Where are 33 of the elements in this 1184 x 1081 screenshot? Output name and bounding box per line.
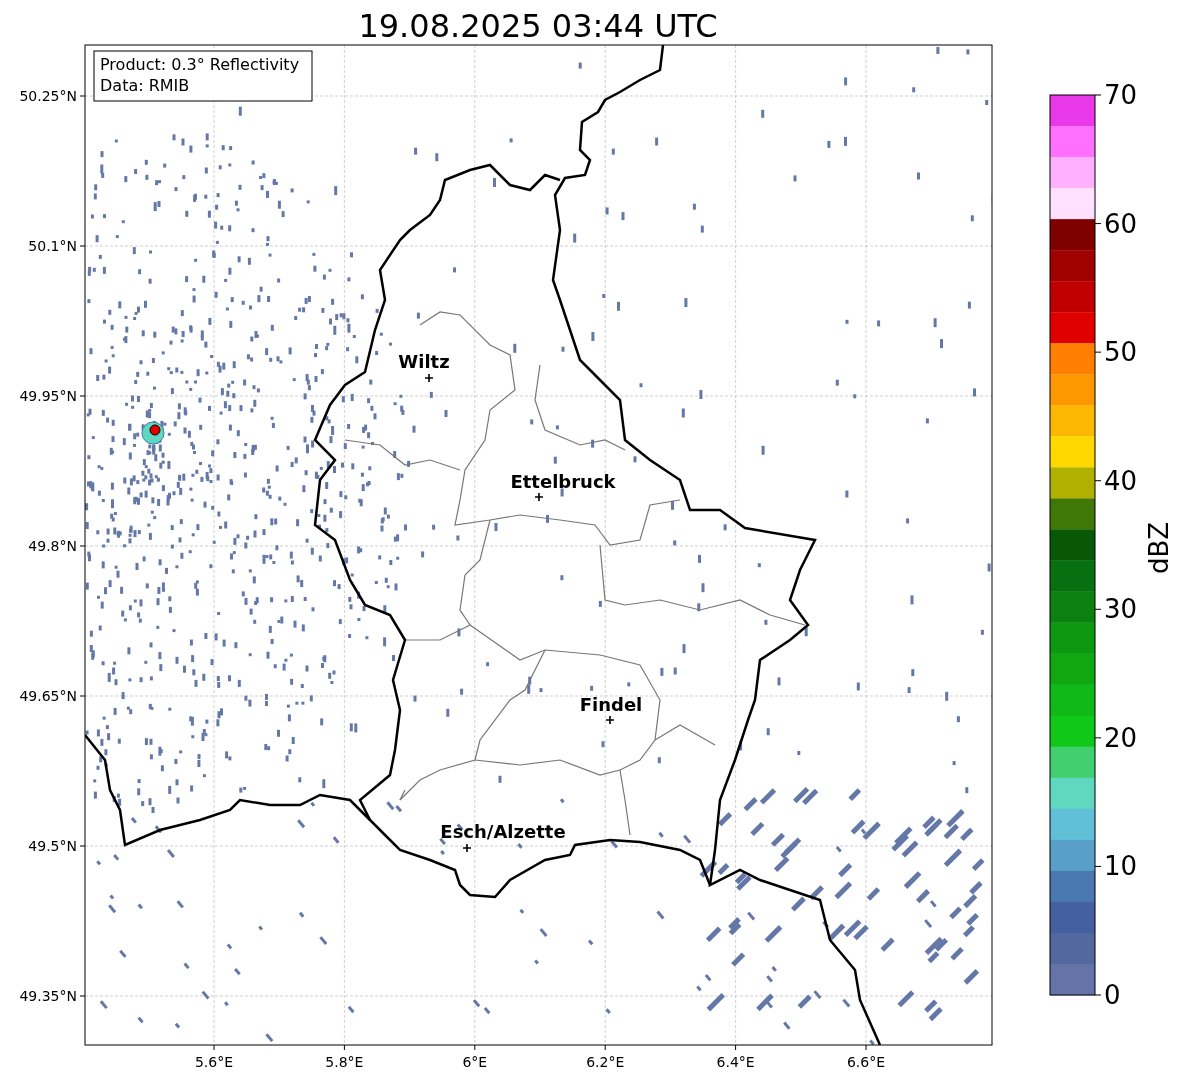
axis-tick-label: 50.1°N [28,238,77,254]
colorbar-tick-label: 0 [1104,980,1121,1010]
axis-tick-label: 6.6°E [846,1054,886,1070]
axis-tick-label: 49.8°N [28,538,77,554]
axis-tick-label: 6.4°E [716,1054,755,1070]
axis-tick-label: 49.95°N [19,388,77,404]
colorbar-tick-label: 10 [1104,851,1138,882]
info-text: Product: 0.3° Reflectivity [100,55,300,74]
city-label: Findel [579,694,643,715]
colorbar-title: dBZ [1144,521,1174,575]
city-marker-icon [462,843,472,853]
axis-tick-label: 50.25°N [19,88,77,104]
colorbar-tick-label: 40 [1104,465,1138,496]
axis-tick-label: 49.65°N [19,688,77,704]
colorbar-tick-label: 60 [1104,208,1138,239]
axis-tick-label: 49.35°N [19,988,77,1004]
city-label: Wiltz [398,351,450,372]
colorbar-tick-label: 70 [1104,80,1138,110]
axis-tick-label: 6°E [462,1054,488,1070]
colorbar-tick-label: 50 [1104,337,1138,368]
axis-tick-label: 49.5°N [28,838,77,854]
city-marker-icon [424,373,434,383]
colorbar-tick-label: 20 [1104,722,1138,753]
axis-tick-label: 6.2°E [586,1054,625,1070]
axis-tick-label: 5.8°E [325,1054,364,1070]
axis-tick-label: 5.6°E [194,1054,234,1070]
info-text: Data: RMIB [100,76,190,95]
city-label: Ettelbruck [510,471,616,492]
city-marker-icon [605,715,615,725]
city-label: Esch/Alzette [440,821,566,842]
chart-title: 19.08.2025 03:44 UTC [358,7,718,45]
city-marker-icon [534,492,544,502]
colorbar-tick-label: 30 [1104,594,1138,625]
